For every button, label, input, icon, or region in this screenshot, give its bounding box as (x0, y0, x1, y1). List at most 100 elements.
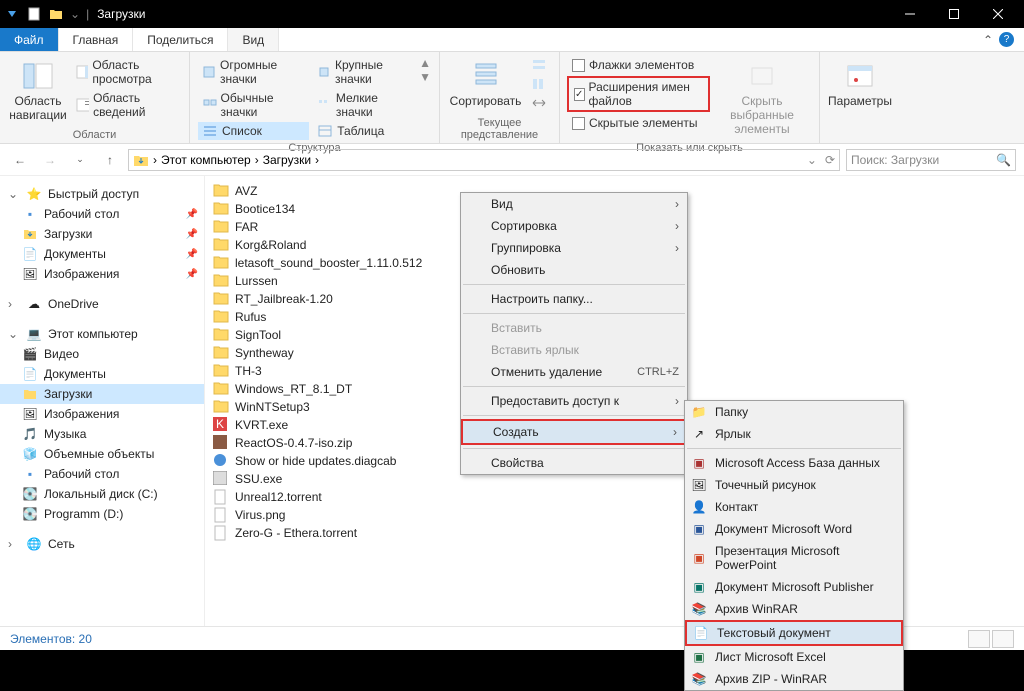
sidebar-documents[interactable]: 📄Документы📌 (0, 244, 204, 264)
fit-columns-button[interactable] (527, 94, 551, 112)
options-button[interactable]: Параметры (828, 56, 892, 112)
sidebar-pictures2[interactable]: 🖼Изображения (0, 404, 204, 424)
dropdown-icon[interactable]: ⌄ (807, 153, 817, 167)
crumb-pc[interactable]: Этот компьютер (161, 153, 251, 167)
create-submenu: 📁Папку ↗Ярлык ▣Microsoft Access База дан… (684, 400, 904, 691)
tab-view[interactable]: Вид (228, 28, 279, 51)
sm-txt[interactable]: 📄Текстовый документ (685, 620, 903, 646)
collapse-ribbon-icon[interactable]: ⌃ (983, 33, 993, 47)
navigation-pane-button[interactable]: Область навигации (8, 56, 68, 126)
sort-button[interactable]: Сортировать (448, 56, 523, 112)
sidebar-onedrive[interactable]: ›☁OneDrive (0, 294, 204, 314)
excel-icon: ▣ (691, 649, 707, 665)
file-name: Korg&Roland (235, 238, 306, 252)
view-details-button[interactable] (968, 630, 990, 648)
item-count: Элементов: 20 (10, 632, 92, 646)
up-button[interactable]: ↑ (98, 148, 122, 172)
cm-create[interactable]: Создать› (461, 419, 687, 445)
cm-customize[interactable]: Настроить папку... (461, 288, 687, 310)
sidebar-network[interactable]: ›🌐Сеть (0, 534, 204, 554)
folder-icon: 📁 (691, 404, 707, 420)
sm-contact[interactable]: 👤Контакт (685, 496, 903, 518)
cm-sort[interactable]: Сортировка› (461, 215, 687, 237)
sidebar-music[interactable]: 🎵Музыка (0, 424, 204, 444)
refresh-icon[interactable]: ⟳ (825, 153, 835, 167)
sidebar-desktop2[interactable]: ▪Рабочий стол (0, 464, 204, 484)
cm-paste-shortcut: Вставить ярлык (461, 339, 687, 361)
cm-view[interactable]: Вид› (461, 193, 687, 215)
maximize-button[interactable] (932, 0, 976, 28)
sm-zip[interactable]: 📚Архив ZIP - WinRAR (685, 668, 903, 690)
sidebar-thispc[interactable]: ⌄💻Этот компьютер (0, 324, 204, 344)
item-checkboxes-toggle[interactable]: Флажки элементов (568, 56, 709, 74)
rar-icon: 📚 (691, 601, 707, 617)
sm-access[interactable]: ▣Microsoft Access База данных (685, 452, 903, 474)
sidebar-localdisk[interactable]: 💽Локальный диск (C:) (0, 484, 204, 504)
file-icon (213, 381, 229, 397)
sm-shortcut[interactable]: ↗Ярлык (685, 423, 903, 445)
huge-icons-button[interactable]: Огромные значки (198, 56, 309, 88)
sidebar-desktop[interactable]: ▪Рабочий стол📌 (0, 204, 204, 224)
group-by-button[interactable] (527, 56, 551, 74)
hidden-items-toggle[interactable]: Скрытые элементы (568, 114, 709, 132)
scroll-up-icon[interactable]: ▲ (419, 56, 431, 70)
window-title: Загрузки (97, 7, 145, 21)
breadcrumb[interactable]: › Этот компьютер › Загрузки › ⌄ ⟳ (128, 149, 840, 171)
crumb-downloads[interactable]: Загрузки (263, 153, 311, 167)
cm-undo[interactable]: Отменить удалениеCTRL+Z (461, 361, 687, 383)
file-name: Zero-G - Ethera.torrent (235, 526, 357, 540)
sidebar-pictures[interactable]: 🖼Изображения📌 (0, 264, 204, 284)
file-name: Syntheway (235, 346, 294, 360)
small-icons-button[interactable]: Мелкие значки (313, 89, 415, 121)
close-button[interactable] (976, 0, 1020, 28)
file-name: TH-3 (235, 364, 262, 378)
context-menu: Вид› Сортировка› Группировка› Обновить Н… (460, 192, 688, 475)
file-name: AVZ (235, 184, 257, 198)
sm-rar[interactable]: 📚Архив WinRAR (685, 598, 903, 620)
list-button[interactable]: Список (198, 122, 309, 140)
file-icon (213, 363, 229, 379)
back-button[interactable]: ← (8, 148, 32, 172)
forward-button[interactable]: → (38, 148, 62, 172)
view-icons-button[interactable] (992, 630, 1014, 648)
sm-pub[interactable]: ▣Документ Microsoft Publisher (685, 576, 903, 598)
sidebar-programm[interactable]: 💽Programm (D:) (0, 504, 204, 524)
sm-bitmap[interactable]: 🖼Точечный рисунок (685, 474, 903, 496)
sidebar-downloads[interactable]: Загрузки📌 (0, 224, 204, 244)
down-arrow-icon[interactable] (4, 6, 20, 22)
sm-folder[interactable]: 📁Папку (685, 401, 903, 423)
scroll-down-icon[interactable]: ▼ (419, 70, 431, 84)
cm-give-access[interactable]: Предоставить доступ к› (461, 390, 687, 412)
contact-icon: 👤 (691, 499, 707, 515)
file-name: Lurssen (235, 274, 278, 288)
minimize-button[interactable] (888, 0, 932, 28)
recent-button[interactable]: ⌄ (68, 148, 92, 172)
cm-properties[interactable]: Свойства (461, 452, 687, 474)
file-extensions-toggle[interactable]: Расширения имен файлов (568, 77, 709, 111)
tab-share[interactable]: Поделиться (133, 28, 228, 51)
sidebar-quick-access[interactable]: ⌄⭐Быстрый доступ (0, 184, 204, 204)
table-button[interactable]: Таблица (313, 122, 415, 140)
sidebar-documents2[interactable]: 📄Документы (0, 364, 204, 384)
folder-small-icon (48, 6, 64, 22)
file-icon (213, 291, 229, 307)
sm-ppt[interactable]: ▣Презентация Microsoft PowerPoint (685, 540, 903, 576)
tab-home[interactable]: Главная (59, 28, 134, 51)
tab-file[interactable]: Файл (0, 28, 59, 51)
add-columns-button[interactable] (527, 75, 551, 93)
sidebar-objects3d[interactable]: 🧊Объемные объекты (0, 444, 204, 464)
search-input[interactable]: Поиск: Загрузки 🔍 (846, 149, 1016, 171)
help-icon[interactable]: ? (999, 32, 1014, 47)
cm-group[interactable]: Группировка› (461, 237, 687, 259)
sidebar-downloads2[interactable]: Загрузки (0, 384, 204, 404)
cm-refresh[interactable]: Обновить (461, 259, 687, 281)
sidebar-video[interactable]: 🎬Видео (0, 344, 204, 364)
file-icon (213, 507, 229, 523)
sm-word[interactable]: ▣Документ Microsoft Word (685, 518, 903, 540)
file-icon (213, 525, 229, 541)
sm-xls[interactable]: ▣Лист Microsoft Excel (685, 646, 903, 668)
preview-pane-button[interactable]: Область просмотра (72, 56, 181, 88)
details-pane-button[interactable]: Область сведений (72, 89, 181, 121)
large-icons-button[interactable]: Крупные значки (313, 56, 415, 88)
normal-icons-button[interactable]: Обычные значки (198, 89, 309, 121)
